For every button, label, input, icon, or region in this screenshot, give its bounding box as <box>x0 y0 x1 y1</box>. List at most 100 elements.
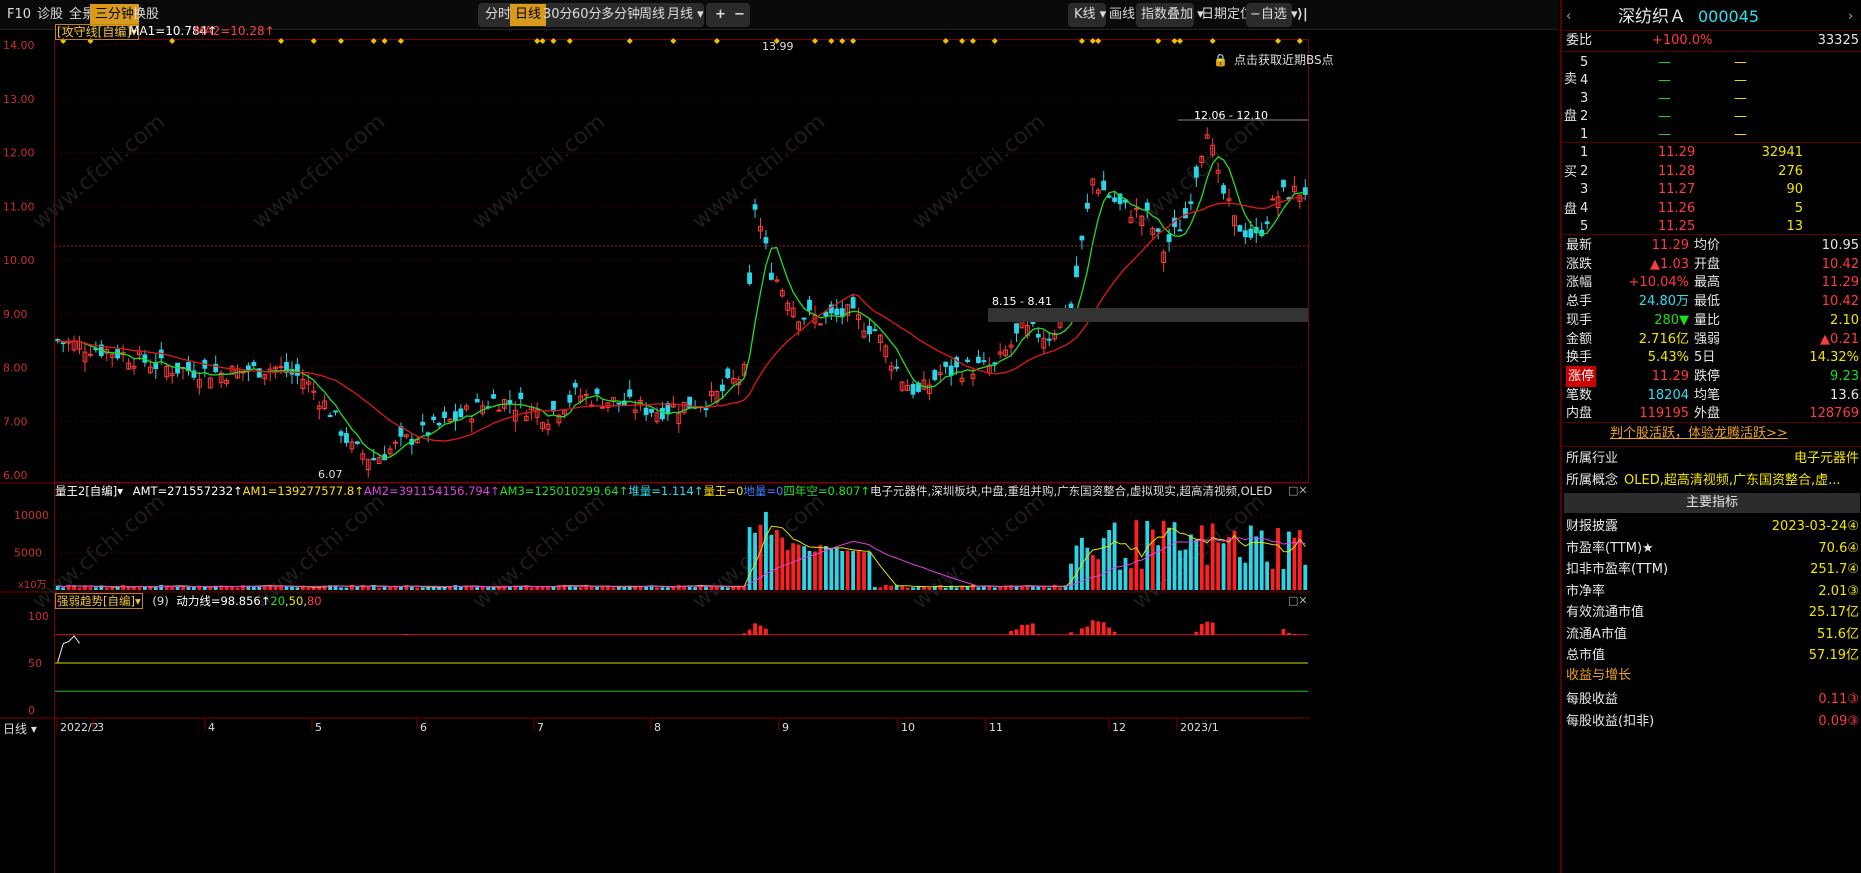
zoom-out-button[interactable]: − <box>729 4 750 26</box>
volume-bar <box>1101 538 1106 590</box>
volume-bar <box>769 534 774 590</box>
switch-stock-button[interactable]: 换股 <box>128 4 164 26</box>
concept-label: 所属概念 <box>1566 473 1619 488</box>
candle-body <box>295 364 300 376</box>
tab-monthly[interactable]: 月线 ▾ <box>662 4 709 26</box>
signal-marker <box>1089 38 1096 44</box>
volume-bar <box>159 584 164 590</box>
volume-bar <box>186 586 191 590</box>
next-stock-icon[interactable]: › <box>1848 4 1853 30</box>
volume-bar <box>409 586 414 590</box>
volume-bar <box>93 587 98 590</box>
volume-bar <box>1243 562 1248 590</box>
month-label: 3 <box>97 721 104 734</box>
metric-value: 51.6亿 <box>1817 626 1859 642</box>
trend-panel-max-icon[interactable]: □✕ <box>1288 594 1308 608</box>
f10-button[interactable]: F10 <box>2 4 36 26</box>
volume-bar <box>802 546 806 590</box>
volume-bar <box>1030 586 1035 590</box>
diagnose-button[interactable]: 诊股 <box>32 4 68 26</box>
candle-body <box>660 407 665 420</box>
volume-bar <box>1167 527 1171 590</box>
candle-body <box>442 411 447 418</box>
candle-body <box>567 394 573 403</box>
trend-bar <box>764 628 768 635</box>
volume-tick-label: 5000 <box>14 547 42 560</box>
volume-tick-label: 10000 <box>14 509 49 522</box>
prev-stock-icon[interactable]: ‹ <box>1566 4 1571 30</box>
level-80: 80 <box>306 594 322 608</box>
collapse-panel-icon[interactable]: ⟩| <box>1292 4 1313 26</box>
panel-max-icon[interactable]: □✕ <box>1288 484 1308 498</box>
volume-bar <box>1232 530 1237 590</box>
metric-value: 2.01③ <box>1818 583 1859 599</box>
trend-indicator-header: 强弱趋势[自编]▾ (9) 动力线=98.856↑20,50,80 <box>55 593 322 609</box>
candle-body <box>1188 201 1194 204</box>
candle-body <box>1302 187 1308 195</box>
watermark-text: www.cfchi.com <box>688 109 830 234</box>
trend-tick-label: 0 <box>28 704 35 717</box>
month-label: 2023/1 <box>1180 721 1219 734</box>
am3-value: AM3=125010299.64↑ <box>499 484 629 498</box>
promo-link[interactable]: 判个股活跃，体验龙腾活跃>> <box>1610 423 1788 444</box>
signal-marker <box>626 38 633 44</box>
volume-bar <box>889 585 894 590</box>
bs-points-link[interactable]: 🔒 点击获取近期BS点 <box>1213 53 1334 67</box>
concept-value[interactable]: OLED,超高清视频,广东国资整合,虚... <box>1624 470 1841 491</box>
metrics-header[interactable]: 主要指标 <box>1564 493 1860 513</box>
candle-body <box>371 458 377 461</box>
trend-tick-label: 100 <box>28 610 49 623</box>
volume-bar <box>845 550 850 590</box>
month-label: 12 <box>1112 721 1126 734</box>
volume-bar <box>311 587 316 590</box>
volume-bar <box>1036 586 1041 590</box>
volume-bar <box>1259 530 1264 590</box>
candle-body <box>1079 235 1085 241</box>
volume-bar <box>1194 539 1199 590</box>
candle-body <box>251 362 257 367</box>
main-indicator-select[interactable]: [攻守线[自编]▾ <box>55 24 140 40</box>
trend-indicator-select[interactable]: 强弱趋势[自编]▾ <box>55 593 143 609</box>
industry-value[interactable]: 电子元器件 <box>1794 448 1859 469</box>
metric-row: 有效流通市值 25.17亿 <box>1562 602 1861 623</box>
draw-line-button[interactable]: 画线 <box>1104 4 1140 26</box>
candle-body <box>1248 228 1254 238</box>
metric-label: 市盈率(TTM)★ <box>1566 540 1654 556</box>
volume-bar <box>1145 520 1150 590</box>
chart-canvas[interactable]: 14.00 13.00 12.00 11.00 10.00 9.00 8.00 7.00 6.0… <box>0 30 1310 873</box>
volume-bar <box>153 587 158 590</box>
volume-bar <box>1270 568 1275 590</box>
candle-body <box>975 356 981 363</box>
candle-body <box>474 398 480 403</box>
low-price-label: 6.07 <box>318 468 343 481</box>
sell-side-label: 卖 <box>1564 72 1578 87</box>
volume-bar <box>600 586 605 590</box>
signal-marker <box>310 38 317 44</box>
candle-body <box>1112 197 1118 202</box>
volume-bar <box>1134 520 1139 590</box>
volume-bar <box>829 548 834 590</box>
range-label-1: 12.06 - 12.10 <box>1194 109 1268 122</box>
volume-bar <box>900 586 905 590</box>
volume-indicator-select[interactable]: 量王2[自编]▾ <box>55 484 123 498</box>
period-dropdown[interactable]: 日线 ▾ <box>3 722 37 736</box>
volume-unit-label: x10万 <box>18 580 47 591</box>
candle-body <box>1144 202 1150 211</box>
watermark-text: www.cfchi.com <box>28 109 170 234</box>
candle-body <box>725 368 731 379</box>
stock-terminal: F10 诊股 全景 三分钟 换股 分时 日线 30分 60分 多分钟 周线 月线… <box>0 0 1861 873</box>
volume-bar <box>954 587 959 590</box>
month-label: 4 <box>208 721 215 734</box>
volume-bar <box>61 587 66 590</box>
candle-body <box>1046 338 1052 341</box>
industry-label: 所属行业 <box>1566 451 1619 466</box>
candle-body <box>932 370 938 381</box>
volume-bar <box>1199 525 1204 590</box>
volume-bar <box>862 552 866 590</box>
zoom-in-button[interactable]: + <box>710 4 731 26</box>
candle-body <box>60 342 66 345</box>
volume-bar <box>720 586 725 590</box>
price-tick-label: 8.00 <box>3 362 28 375</box>
volume-bar <box>224 586 229 590</box>
volume-bar <box>355 586 360 590</box>
